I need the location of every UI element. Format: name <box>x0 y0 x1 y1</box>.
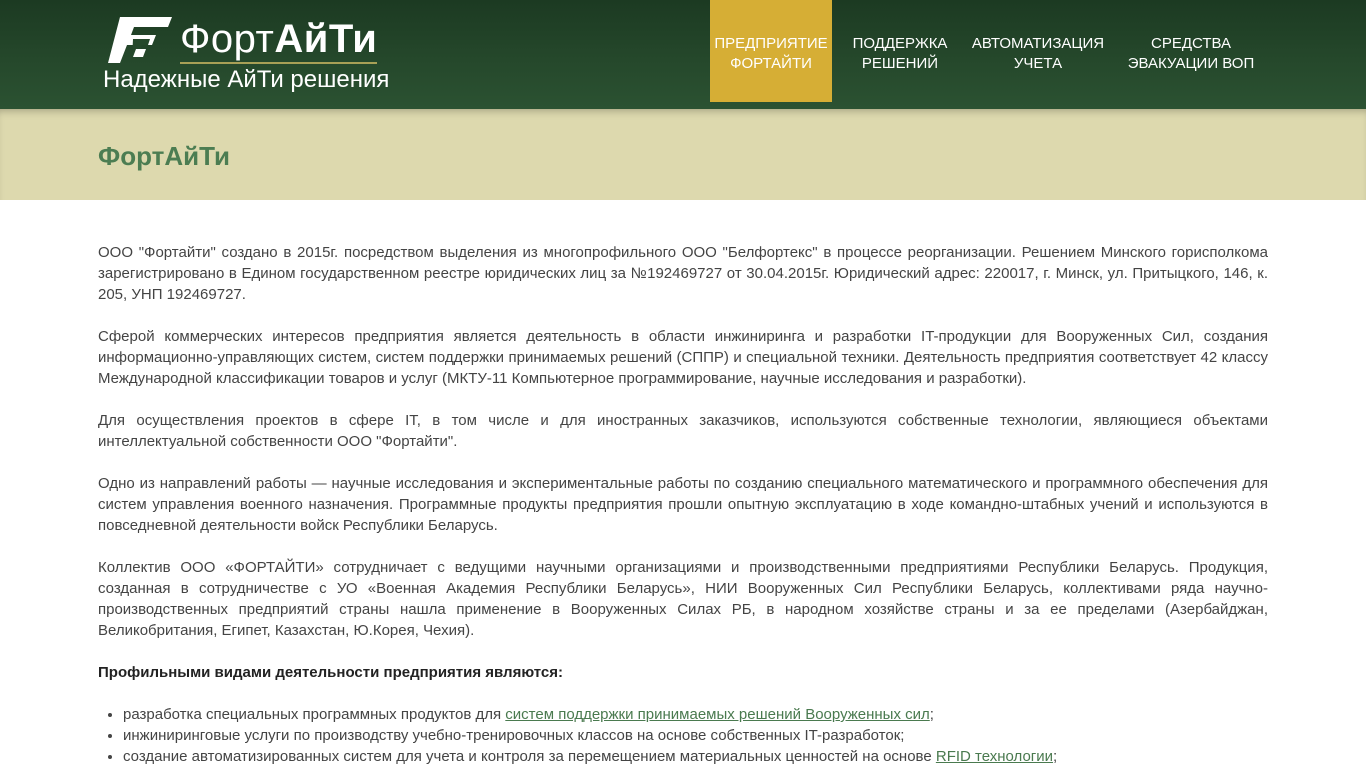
intro-paragraph: ООО "Фортайти" создано в 2015г. посредст… <box>98 244 1268 303</box>
nav-item-label: Автоматизация <box>971 35 1105 52</box>
logo-wordmark: ФортАйТи <box>180 16 378 64</box>
site-header: ФортАйТи Надежные АйТи решения Предприят… <box>0 0 1366 109</box>
technologies-paragraph: Для осуществления проектов в сфере IT, в… <box>98 412 1268 450</box>
nav-item-label: Предприятие <box>714 35 828 52</box>
nav-item-label: Средства <box>1150 35 1231 52</box>
activities-list: разработка специальных программных проду… <box>98 704 1268 767</box>
nav-item-label: Поддержка <box>852 35 948 52</box>
nav-item-accounting-automation[interactable]: Автоматизация учета <box>968 0 1108 102</box>
rfid-technology-link[interactable]: RFID технологии <box>936 748 1053 765</box>
cooperation-paragraph: Коллектив ООО «ФОРТАЙТИ» сотрудничает с … <box>98 559 1268 639</box>
page-title: ФортАйТи <box>98 141 230 171</box>
list-item-text: разработка специальных программных проду… <box>123 706 506 723</box>
list-item-text: ; <box>929 706 934 723</box>
logo-text-bold: АйТи <box>274 16 378 61</box>
list-item-text: создание автоматизированных систем для у… <box>123 748 936 765</box>
site-tagline: Надежные АйТи решения <box>103 66 390 93</box>
decision-support-link[interactable]: систем поддержки принимаемых решений Воо… <box>505 706 929 723</box>
nav-item-decision-support[interactable]: Поддержка решений <box>832 0 968 102</box>
nav-item-label: эвакуации ВОП <box>1127 55 1255 72</box>
main-nav: Предприятие ФортАйТи Поддержка решений Авт… <box>710 0 1274 102</box>
nav-item-evacuation-means[interactable]: Средства эвакуации ВОП <box>1108 0 1274 102</box>
main-content: ООО "Фортайти" создано в 2015г. посредст… <box>98 242 1268 767</box>
list-item-text: ; <box>1053 748 1058 765</box>
list-item: создание автоматизированных систем для у… <box>123 746 1268 767</box>
research-paragraph: Одно из направлений работы — научные исс… <box>98 475 1268 534</box>
nav-item-enterprise[interactable]: Предприятие ФортАйТи <box>710 0 832 102</box>
nav-item-label: решений <box>861 55 939 72</box>
interests-paragraph: Сферой коммерческих интересов предприяти… <box>98 328 1268 387</box>
activities-heading: Профильными видами деятельности предприя… <box>98 664 564 681</box>
fortit-logo-icon <box>108 17 172 63</box>
nav-item-label: учета <box>1013 55 1063 72</box>
logo-text-light: Форт <box>180 16 275 61</box>
site-logo[interactable]: ФортАйТи <box>106 14 396 66</box>
nav-item-label: ФортАйТи <box>730 55 812 72</box>
list-item: разработка специальных программных проду… <box>123 704 1268 725</box>
list-item: инжиниринговые услуги по производству уч… <box>123 725 1268 746</box>
list-item-text: инжиниринговые услуги по производству уч… <box>123 727 905 744</box>
